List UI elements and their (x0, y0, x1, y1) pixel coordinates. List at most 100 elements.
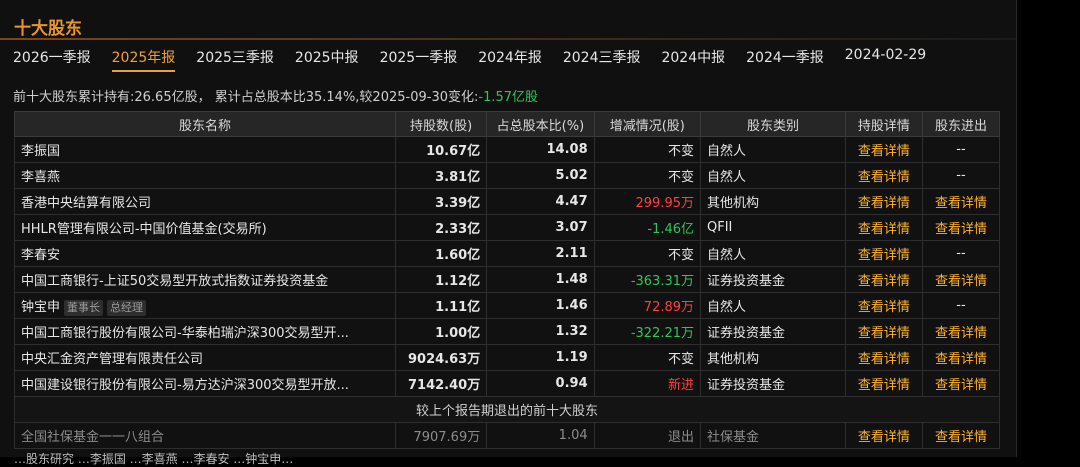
holding-detail-link[interactable]: 查看详情 (858, 378, 910, 393)
holding-detail-link[interactable]: 查看详情 (858, 352, 910, 367)
holder-inout: -- (921, 162, 1001, 189)
share-percent: 5.02 (486, 162, 595, 189)
holding-change: -322.21万 (593, 318, 702, 345)
holding-detail-link[interactable]: 查看详情 (858, 430, 910, 445)
holder-name: HHLR管理有限公司-中国价值基金(交易所) (21, 222, 267, 237)
role-badge: 总经理 (107, 299, 147, 316)
column-header: 持股详情 (844, 111, 923, 137)
holder-inout-link[interactable]: 查看详情 (935, 326, 987, 341)
holding-detail-link[interactable]: 查看详情 (858, 196, 910, 211)
holder-inout: 查看详情 (921, 214, 1001, 241)
holder-inout: 查看详情 (921, 318, 1001, 345)
holding-detail-link[interactable]: 查看详情 (858, 144, 910, 159)
holder-category: 自然人 (700, 136, 846, 163)
table-row: 中国建设银行股份有限公司-易方达沪深300交易型开放... 7142.40万 0.9… (13, 370, 1001, 397)
table-row: 中国工商银行股份有限公司-华泰柏瑞沪深300交易型开... 1.00亿 1.32 -3… (13, 318, 1001, 345)
tab-2024一季报[interactable]: 2024一季报 (746, 47, 824, 72)
tab-2024三季报[interactable]: 2024三季报 (563, 47, 641, 72)
holding-detail-link[interactable]: 查看详情 (858, 326, 910, 341)
share-percent: 1.04 (486, 422, 595, 449)
top-ten-holders-table: 股东名称 持股数(股) 占总股本比(%) 增减情况(股) 股东类别 持股详情 股东进出 李振… (13, 111, 1001, 449)
holder-category: QFII (700, 214, 846, 241)
shares-held: 1.11亿 (395, 292, 488, 319)
column-header: 占总股本比(%) (486, 111, 595, 137)
holder-name: 香港中央结算有限公司 (21, 196, 152, 211)
holder-name-cell: 中国工商银行股份有限公司-华泰柏瑞沪深300交易型开... (13, 318, 397, 345)
share-percent: 2.11 (486, 240, 595, 267)
holding-detail-link[interactable]: 查看详情 (858, 274, 910, 289)
holders-panel: 十大股东 2026一季报 2025年报 2025三季报 2025中报 2025一季报 20… (0, 0, 1017, 466)
holder-inout-link[interactable]: 查看详情 (935, 352, 987, 367)
share-percent: 1.46 (486, 292, 595, 319)
holding-change: 299.95万 (593, 188, 702, 215)
share-percent: 0.94 (486, 370, 595, 397)
holding-detail: 查看详情 (844, 266, 923, 293)
share-percent: 3.07 (486, 214, 595, 241)
holder-inout-link[interactable]: 查看详情 (935, 222, 987, 237)
summary-change: -1.57亿股 (478, 90, 539, 105)
tab-2026一季报[interactable]: 2026一季报 (13, 47, 91, 72)
holding-detail-link[interactable]: 查看详情 (858, 300, 910, 315)
empty-dash: -- (956, 246, 966, 261)
holder-name-cell: HHLR管理有限公司-中国价值基金(交易所) (13, 214, 397, 241)
holding-change: 72.89万 (593, 292, 702, 319)
tab-2025中报[interactable]: 2025中报 (295, 47, 359, 72)
share-percent: 14.08 (486, 136, 595, 163)
holding-detail-link[interactable]: 查看详情 (858, 222, 910, 237)
tab-2025年报[interactable]: 2025年报 (111, 47, 176, 72)
shares-held: 1.00亿 (395, 318, 488, 345)
column-header: 股东类别 (700, 111, 846, 137)
column-header: 股东名称 (13, 111, 397, 137)
holder-inout-link[interactable]: 查看详情 (935, 196, 987, 211)
exited-section-header: 较上个报告期退出的前十大股东 (14, 396, 1000, 423)
holder-name-cell: 李喜燕 (13, 162, 397, 189)
holder-category: 证券投资基金 (700, 266, 846, 293)
table-row: 香港中央结算有限公司 3.39亿 4.47 299.95万 其他机构 查看详情 查看详情 (13, 188, 1001, 215)
table-row: HHLR管理有限公司-中国价值基金(交易所) 2.33亿 3.07 -1.46亿 QFI… (13, 214, 1001, 241)
tab-2024年报[interactable]: 2024年报 (478, 47, 542, 72)
table-row: 李喜燕 3.81亿 5.02 不变 自然人 查看详情 -- (13, 162, 1001, 189)
shares-held: 3.39亿 (395, 188, 488, 215)
holding-detail: 查看详情 (844, 292, 923, 319)
holder-name: 钟宝申 (21, 299, 61, 315)
tab-2025一季报[interactable]: 2025一季报 (380, 47, 458, 72)
shares-held: 3.81亿 (395, 162, 488, 189)
empty-dash: -- (956, 142, 966, 157)
holder-category: 社保基金 (700, 422, 846, 449)
holder-name: 中国建设银行股份有限公司-易方达沪深300交易型开放... (21, 378, 349, 393)
share-percent: 1.48 (486, 266, 595, 293)
holder-inout-link[interactable]: 查看详情 (935, 378, 987, 393)
tab-2024-02-29[interactable]: 2024-02-29 (845, 47, 926, 72)
role-badge: 董事长 (64, 299, 104, 316)
exited-section-row: 较上个报告期退出的前十大股东 (14, 396, 1000, 423)
holding-detail: 查看详情 (844, 344, 923, 371)
column-header: 股东进出 (921, 111, 1001, 137)
exited-table-row: 全国社保基金一一八组合 7907.69万 1.04 退出 社保基金 查看详情 查看详情 (13, 422, 1001, 449)
holder-name-cell: 中央汇金资产管理有限责任公司 (13, 344, 397, 371)
empty-dash: -- (956, 298, 966, 313)
title-divider (0, 38, 1016, 40)
holder-inout: 查看详情 (921, 370, 1001, 397)
holding-detail: 查看详情 (844, 422, 923, 449)
holding-change: -1.46亿 (593, 214, 702, 241)
holding-detail: 查看详情 (844, 214, 923, 241)
holder-inout: 查看详情 (921, 422, 1001, 449)
tab-2024中报[interactable]: 2024中报 (661, 47, 725, 72)
holder-inout-link[interactable]: 查看详情 (935, 430, 987, 445)
holder-category: 证券投资基金 (700, 318, 846, 345)
shares-held: 1.60亿 (395, 240, 488, 267)
tab-2025三季报[interactable]: 2025三季报 (196, 47, 274, 72)
holder-inout-link[interactable]: 查看详情 (935, 274, 987, 289)
holder-name: 李振国 (21, 144, 61, 159)
holding-detail-link[interactable]: 查看详情 (858, 170, 910, 185)
holding-detail-link[interactable]: 查看详情 (858, 248, 910, 263)
holding-change: 不变 (593, 162, 702, 189)
holder-inout: 查看详情 (921, 188, 1001, 215)
holder-inout: 查看详情 (921, 266, 1001, 293)
holding-change: 不变 (593, 240, 702, 267)
shares-held: 2.33亿 (395, 214, 488, 241)
holder-name: 中国工商银行股份有限公司-华泰柏瑞沪深300交易型开... (21, 326, 349, 341)
holder-category: 自然人 (700, 162, 846, 189)
shares-held: 1.12亿 (395, 266, 488, 293)
holding-detail: 查看详情 (844, 188, 923, 215)
